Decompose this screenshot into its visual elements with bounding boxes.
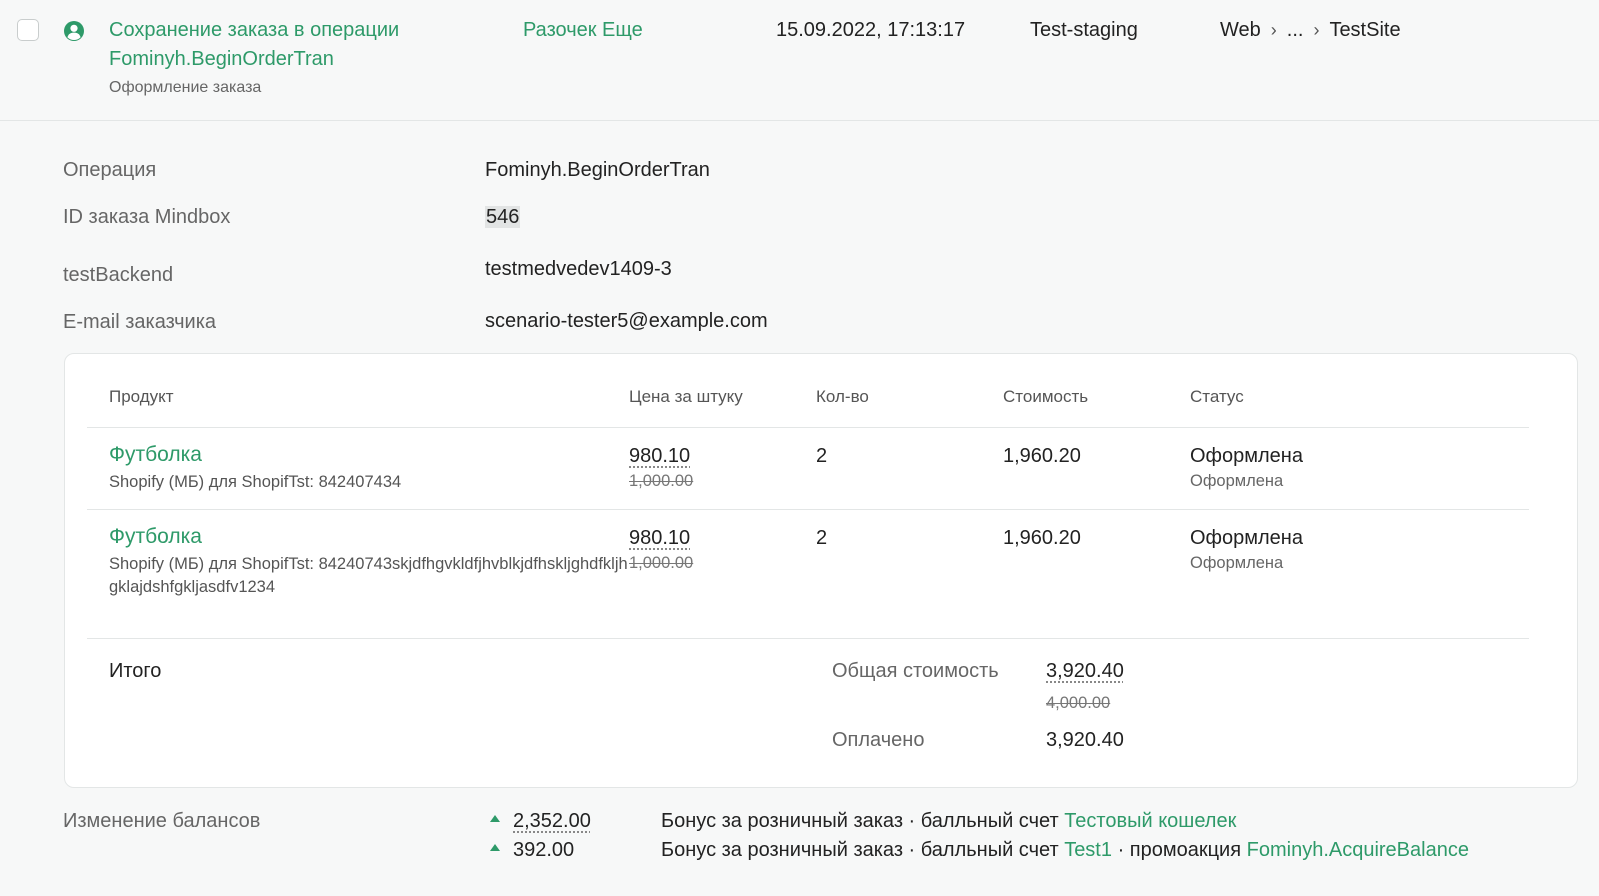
chevron-right-icon: › <box>1313 20 1320 40</box>
balance-amount-text: 392.00 <box>513 839 575 861</box>
total-label: Итого <box>109 660 162 682</box>
header-qty: Кол-во <box>816 387 869 406</box>
balance-changes-label: Изменение балансов <box>63 810 261 832</box>
balance-change-item: 2,352.00 Бонус за розничный заказ · балль… <box>490 810 1236 833</box>
status: Оформлена <box>1190 445 1303 467</box>
operation-label: Операция <box>63 159 157 181</box>
divider <box>87 509 1529 510</box>
unit-price[interactable]: 980.10 <box>629 445 690 468</box>
breadcrumb-item-ellipsis[interactable]: ... <box>1287 19 1304 41</box>
order-id-value: 546 <box>485 206 521 229</box>
old-unit-price: 1,000.00 <box>629 472 694 490</box>
quantity: 2 <box>816 445 828 467</box>
promo-text: · промоакция <box>1117 839 1242 861</box>
chevron-right-icon: › <box>1270 20 1277 40</box>
product-link[interactable]: Футболка <box>109 443 202 467</box>
header-product: Продукт <box>109 387 174 406</box>
operation-title-link[interactable]: Сохранение заказа в операции Fominyh.Beg… <box>109 16 469 74</box>
balance-account-link[interactable]: Тестовый кошелек <box>1064 810 1236 832</box>
divider <box>87 638 1529 639</box>
email-value: scenario-tester5@example.com <box>485 310 768 332</box>
order-items-card: Продукт Цена за штуку Кол-во Стоимость С… <box>64 353 1578 788</box>
balance-amount[interactable]: 2,352.00 <box>513 810 661 833</box>
email-label: E-mail заказчика <box>63 311 217 333</box>
cost: 1,960.20 <box>1003 445 1081 467</box>
cost: 1,960.20 <box>1003 527 1081 549</box>
product-link[interactable]: Футболка <box>109 525 202 549</box>
header-cost: Стоимость <box>1003 387 1089 406</box>
balance-description: Бонус за розничный заказ · балльный счет <box>661 810 1059 832</box>
order-id-text: 546 <box>485 206 521 228</box>
promo-link[interactable]: Fominyh.AcquireBalance <box>1247 839 1469 861</box>
user-circle-icon <box>64 21 84 41</box>
balance-account-link[interactable]: Test1 <box>1064 839 1112 861</box>
balance-amount-text[interactable]: 2,352.00 <box>513 810 591 832</box>
total-cost-value[interactable]: 3,920.40 <box>1046 660 1124 683</box>
status-sub: Оформлена <box>1190 554 1284 572</box>
old-unit-price: 1,000.00 <box>629 554 694 572</box>
operation-subtitle: Оформление заказа <box>109 79 262 96</box>
operation-link[interactable]: Fominyh.BeginOrderTran <box>485 159 710 182</box>
header-status: Статус <box>1190 387 1244 406</box>
product-subtitle: Shopify (МБ) для ShopifTst: 842407434 <box>109 473 402 491</box>
breadcrumb-item-site[interactable]: TestSite <box>1329 19 1400 41</box>
operation-title-line1[interactable]: Сохранение заказа в операции <box>109 16 469 45</box>
breadcrumb-item-web[interactable]: Web <box>1220 19 1261 41</box>
customer-link[interactable]: Разочек Еще <box>523 16 643 45</box>
timestamp: 15.09.2022, 17:13:17 <box>776 19 966 41</box>
environment: Test-staging <box>1030 19 1138 41</box>
paid-label: Оплачено <box>832 729 925 751</box>
balance-amount: 392.00 <box>513 839 661 862</box>
operation-title-line2[interactable]: Fominyh.BeginOrderTran <box>109 45 469 74</box>
status-sub: Оформлена <box>1190 472 1284 490</box>
status: Оформлена <box>1190 527 1303 549</box>
total-cost-label: Общая стоимость <box>832 660 999 682</box>
arrow-up-icon <box>490 815 500 823</box>
operation-header: Сохранение заказа в операции Fominyh.Beg… <box>0 0 1599 121</box>
arrow-up-icon <box>490 844 500 852</box>
paid-value: 3,920.40 <box>1046 729 1124 751</box>
select-checkbox[interactable] <box>17 19 39 41</box>
order-id-label: ID заказа Mindbox <box>63 206 231 228</box>
backend-label: testBackend <box>63 264 174 286</box>
product-subtitle: Shopify (МБ) для ShopifTst: 84240743skjd… <box>109 555 628 596</box>
unit-price[interactable]: 980.10 <box>629 527 690 550</box>
quantity: 2 <box>816 527 828 549</box>
header-unit-price: Цена за штуку <box>629 387 743 406</box>
divider <box>87 427 1529 428</box>
balance-description: Бонус за розничный заказ · балльный счет <box>661 839 1059 861</box>
backend-value: testmedvedev1409-3 <box>485 258 672 280</box>
balance-change-item: 392.00 Бонус за розничный заказ · балльны… <box>490 839 1469 862</box>
breadcrumb: Web ›... › TestSite <box>1220 16 1401 45</box>
total-cost-old: 4,000.00 <box>1046 694 1111 712</box>
